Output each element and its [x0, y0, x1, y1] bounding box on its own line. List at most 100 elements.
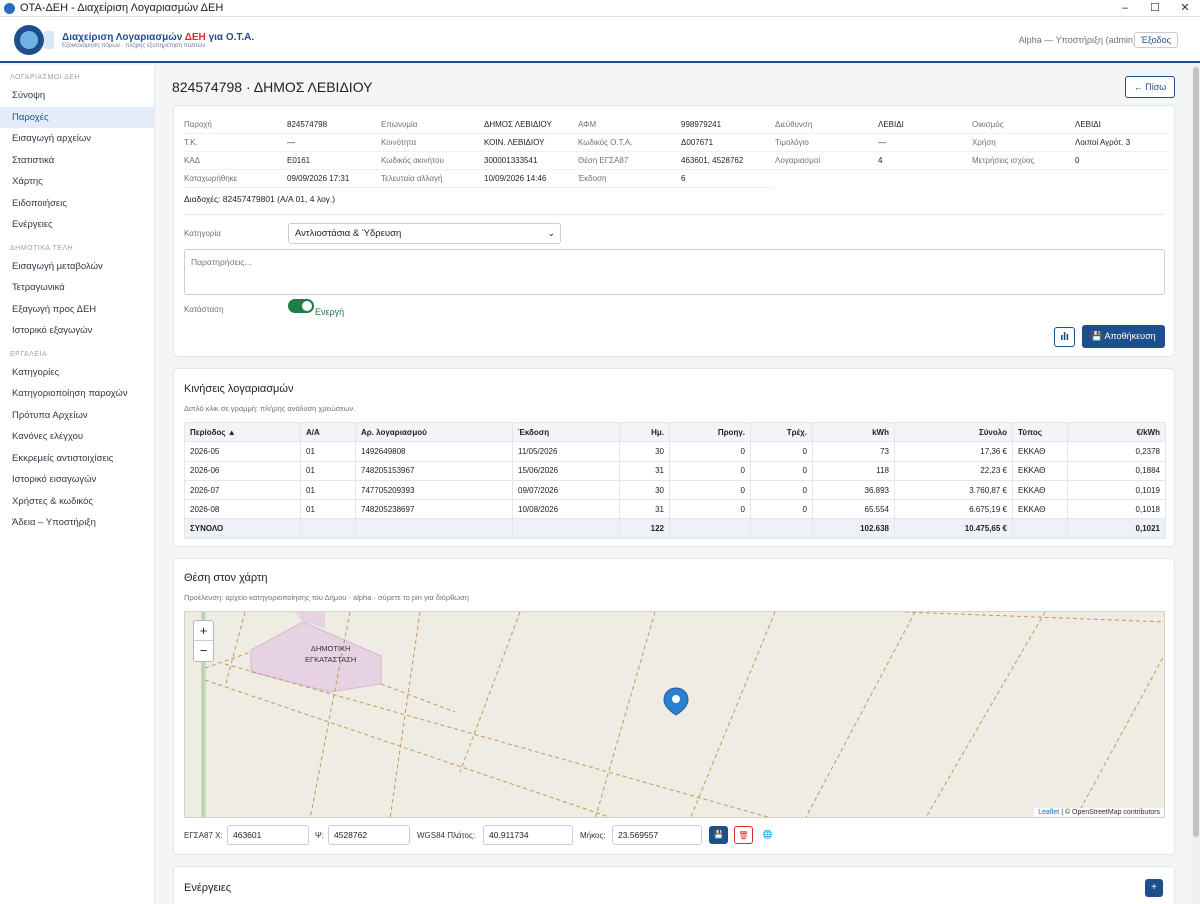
column-header[interactable]: Περίοδος ▲	[184, 421, 301, 443]
table-cell: 65.554	[812, 499, 895, 520]
sidebar-item-pending-matches[interactable]: Εκκρεμείς αντιστοιχίσεις	[0, 448, 154, 470]
sidebar: ΛΟΓΑΡΙΑΣΜΟΙ ΔΕΗ Σύνοψη Παροχές Εισαγωγή …	[0, 65, 155, 904]
map-zoom-control: + −	[193, 620, 214, 662]
column-header[interactable]: kWh	[812, 421, 895, 443]
info-value: 6	[681, 174, 686, 183]
sidebar-item-actions[interactable]: Ενέργειες	[0, 214, 154, 236]
sidebar-item-import-changes[interactable]: Εισαγωγή μεταβολών	[0, 256, 154, 278]
sidebar-item-file-templates[interactable]: Πρότυπα Αρχείων	[0, 405, 154, 427]
map-pin-icon[interactable]	[663, 687, 689, 716]
chart-button[interactable]	[1054, 327, 1075, 347]
sidebar-section-title: ΕΡΓΑΛΕΙΑ	[10, 350, 48, 358]
transactions-card: Κινήσεις λογαριασμών Διπλό κλικ σε γραμμ…	[173, 368, 1175, 547]
table-cell: 0,1019	[1067, 479, 1166, 501]
successors-text: Διαδοχές: 82457479801 (Α/Α 01, 4 λογ.)	[184, 194, 336, 204]
info-value: 300001333541	[484, 156, 538, 165]
info-value: ΚΟΙΝ. ΛΕΒΙΔΙΟΥ	[484, 138, 545, 147]
notes-textarea[interactable]: Παρατηρήσεις...	[184, 249, 1165, 295]
table-cell	[750, 518, 813, 539]
info-label: Λογαριασμοί	[775, 156, 821, 165]
column-header[interactable]: Προηγ.	[669, 421, 751, 443]
sidebar-item-categorization[interactable]: Κατηγοριοποίηση παροχών	[0, 383, 154, 405]
table-row[interactable]: 2026-05 01 1492649808 11/05/2026 30 0 0 73 17,36…	[184, 441, 1166, 462]
sidebar-item-license[interactable]: Άδεια – Υποστήριξη	[0, 512, 154, 534]
delete-coords-button[interactable]: 🗑	[734, 826, 753, 844]
sidebar-item-synopsis[interactable]: Σύνοψη	[0, 85, 154, 107]
actions-title: Ενέργειες	[184, 882, 232, 894]
sidebar-item-map[interactable]: Χάρτης	[0, 171, 154, 193]
table-cell: 31	[619, 499, 670, 520]
sidebar-item-notifications[interactable]: Ειδοποιήσεις	[0, 193, 154, 215]
info-label: Τιμολόγιο	[775, 138, 809, 147]
column-header[interactable]: Τύπος	[1012, 421, 1068, 443]
table-cell: 0,1884	[1067, 460, 1166, 481]
info-value: 09/09/2026 17:31	[287, 174, 350, 183]
sidebar-item-export-dei[interactable]: Εξαγωγή προς ΔΕΗ	[0, 299, 154, 321]
divider	[184, 214, 1164, 215]
table-row[interactable]: 2026-08 01 748205238697 10/08/2026 31 0 0 65.55…	[184, 499, 1166, 520]
table-cell: 0	[750, 441, 813, 462]
table-cell: 0	[750, 460, 813, 481]
info-label: Έκδοση	[578, 174, 607, 183]
zoom-out-button[interactable]: −	[194, 641, 213, 661]
back-button[interactable]: ← Πίσω	[1125, 76, 1175, 98]
current-user: Alpha — Υποστήριξη (admin)	[1018, 35, 1136, 45]
sidebar-item-file-import[interactable]: Εισαγωγή αρχείων	[0, 128, 154, 150]
window-title: ΟΤΑ-ΔΕΗ - Διαχείριση Λογαριασμών ΔΕΗ	[20, 2, 224, 14]
category-select[interactable]: Αντλιοστάσια & Ύδρευση ⌄	[288, 223, 561, 244]
column-header[interactable]: Ημ.	[619, 421, 670, 443]
maximize-button[interactable]: ☐	[1140, 0, 1170, 17]
category-value: Αντλιοστάσια & Ύδρευση	[295, 228, 402, 239]
save-coords-button[interactable]: 💾	[709, 826, 728, 844]
logout-button[interactable]: Έξοδος	[1133, 32, 1178, 48]
status-toggle[interactable]	[288, 299, 314, 313]
column-header[interactable]: Τρέχ.	[750, 421, 813, 443]
y-input[interactable]: 4528762	[328, 825, 410, 845]
lon-input[interactable]: 23.569557	[612, 825, 702, 845]
x-input[interactable]: 463601	[227, 825, 309, 845]
table-cell: 0,2378	[1067, 441, 1166, 462]
table-cell: 2026-07	[184, 479, 301, 501]
add-action-button[interactable]: +	[1145, 879, 1163, 897]
column-header[interactable]: Έκδοση	[512, 421, 620, 443]
sidebar-item-check-rules[interactable]: Κανόνες ελέγχου	[0, 426, 154, 448]
minimize-button[interactable]: –	[1110, 0, 1140, 17]
table-cell: 30	[619, 479, 670, 501]
table-cell: 0	[750, 479, 813, 501]
info-label: Επωνυμία	[381, 120, 418, 129]
column-header[interactable]: Σύνολο	[894, 421, 1013, 443]
sidebar-item-statistics[interactable]: Στατιστικά	[0, 150, 154, 172]
page-scrollbar[interactable]	[1192, 65, 1200, 904]
table-cell: 2026-05	[184, 441, 301, 462]
column-header[interactable]: Α/Α	[300, 421, 356, 443]
column-header[interactable]: Αρ. λογαριασμού	[355, 421, 513, 443]
table-row[interactable]: 2026-06 01 748205153967 15/06/2026 31 0 0 118 22…	[184, 460, 1166, 481]
floppy-icon: 💾	[713, 830, 724, 839]
table-cell: ΕΚΚΑΘ	[1012, 479, 1068, 501]
app-logo[interactable]: Διαχείριση Λογαριασμών ΔΕΗ για Ο.Τ.Α. Εξ…	[12, 25, 254, 55]
save-button[interactable]: 💾 Αποθήκευση	[1082, 325, 1165, 348]
info-value: —	[878, 138, 886, 147]
sidebar-item-supplies[interactable]: Παροχές	[0, 106, 154, 128]
scrollbar-thumb[interactable]	[1193, 67, 1199, 837]
sidebar-item-export-history[interactable]: Ιστορικό εξαγωγών	[0, 320, 154, 342]
table-cell: 30	[619, 441, 670, 462]
info-label: Χρήση	[972, 138, 996, 147]
column-header[interactable]: €/kWh	[1067, 421, 1166, 443]
lat-input[interactable]: 40.911734	[483, 825, 573, 845]
sidebar-item-users[interactable]: Χρήστες & κωδικός	[0, 491, 154, 513]
table-cell: 15/06/2026	[512, 460, 620, 481]
close-button[interactable]: ✕	[1170, 0, 1200, 17]
sidebar-item-categories[interactable]: Κατηγορίες	[0, 362, 154, 384]
sidebar-item-square-meters[interactable]: Τετραγωνικά	[0, 277, 154, 299]
info-value: Δ007671	[681, 138, 714, 147]
zoom-in-button[interactable]: +	[194, 621, 213, 641]
globe-button[interactable]: 🌐	[758, 826, 777, 844]
transactions-hint: Διπλό κλικ σε γραμμή: πλήρης ανάλυση χρε…	[184, 404, 356, 413]
table-cell: ΕΚΚΑΘ	[1012, 499, 1068, 520]
table-row[interactable]: 2026-07 01 747705209393 09/07/2026 30 0 0 36.89…	[184, 479, 1166, 501]
map-view[interactable]: ΔΗΜΟΤΙΚΗ ΕΓΚΑΤΑΣΤΑΣΗ + − Leaflet | © Open…	[184, 611, 1165, 818]
sidebar-item-import-history[interactable]: Ιστορικό εισαγωγών	[0, 469, 154, 491]
table-cell: 01	[300, 460, 356, 481]
leaflet-link[interactable]: Leaflet	[1038, 809, 1059, 816]
